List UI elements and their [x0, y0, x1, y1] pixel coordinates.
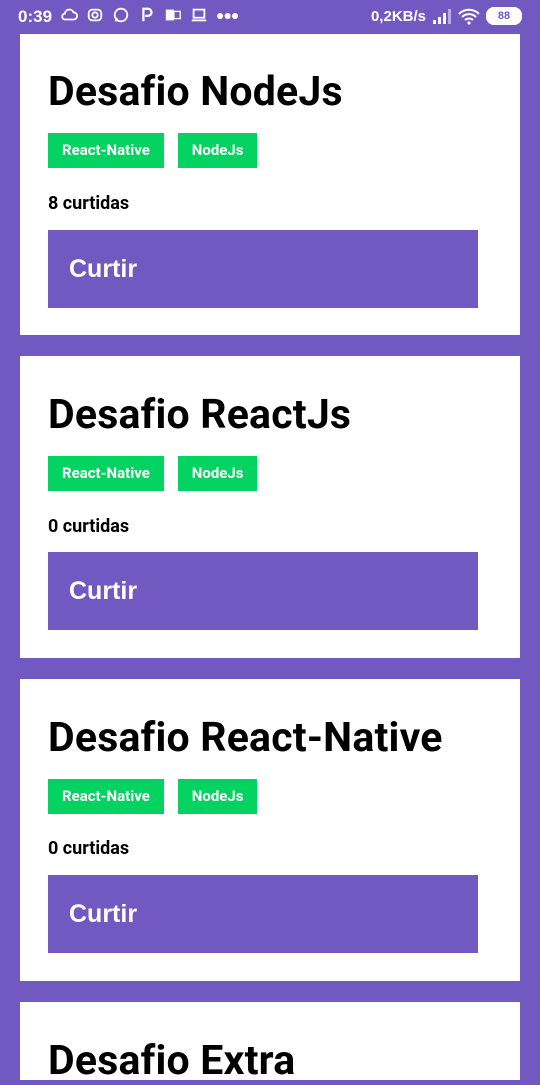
like-button[interactable]: Curtir [48, 875, 478, 953]
likes-count: 8 curtidas [48, 193, 130, 214]
status-bar: 0:39 ●●● 0,2KB/s 88 [0, 0, 540, 34]
tech-list: React-Native NodeJs [48, 779, 258, 814]
likes-count: 0 curtidas [48, 838, 130, 859]
tech-list: React-Native NodeJs [48, 133, 258, 168]
signal-icon [433, 9, 451, 24]
wifi-icon [458, 8, 480, 25]
repository-card: Desafio React-Native React-Native NodeJs… [20, 679, 520, 981]
tech-tag: NodeJs [177, 456, 258, 491]
repository-title: Desafio ReactJs [48, 391, 352, 439]
notification-icons: ●●● [60, 6, 239, 24]
status-right: 0,2KB/s 88 [371, 7, 522, 25]
tech-tag: React-Native [48, 456, 164, 491]
tech-list: React-Native NodeJs [48, 456, 258, 491]
repository-title: Desafio NodeJs [48, 68, 343, 116]
likes-count: 0 curtidas [48, 516, 130, 537]
repository-title: Desafio Extra [48, 1037, 296, 1085]
status-time: 0:39 [18, 7, 53, 26]
battery-icon: 88 [486, 7, 522, 25]
paypal-icon [142, 7, 153, 22]
like-button[interactable]: Curtir [48, 230, 478, 308]
whatsapp-icon [113, 7, 129, 23]
tech-tag: NodeJs [177, 133, 258, 168]
outlook-icon [165, 9, 181, 21]
instagram-icon [87, 8, 103, 22]
network-speed: 0,2KB/s [370, 7, 426, 25]
repository-title: Desafio React-Native [48, 714, 443, 762]
cloud-icon [61, 8, 78, 21]
laptop-icon [191, 8, 207, 22]
tech-tag: NodeJs [177, 779, 258, 814]
more-dots-icon: ●●● [216, 7, 239, 23]
tech-tag: React-Native [48, 133, 164, 168]
repository-card: Desafio NodeJs React-Native NodeJs 8 cur… [20, 34, 520, 335]
repository-card: Desafio Extra [20, 1002, 520, 1085]
like-button[interactable]: Curtir [48, 552, 478, 630]
repository-card: Desafio ReactJs React-Native NodeJs 0 cu… [20, 356, 520, 658]
tech-tag: React-Native [48, 779, 164, 814]
